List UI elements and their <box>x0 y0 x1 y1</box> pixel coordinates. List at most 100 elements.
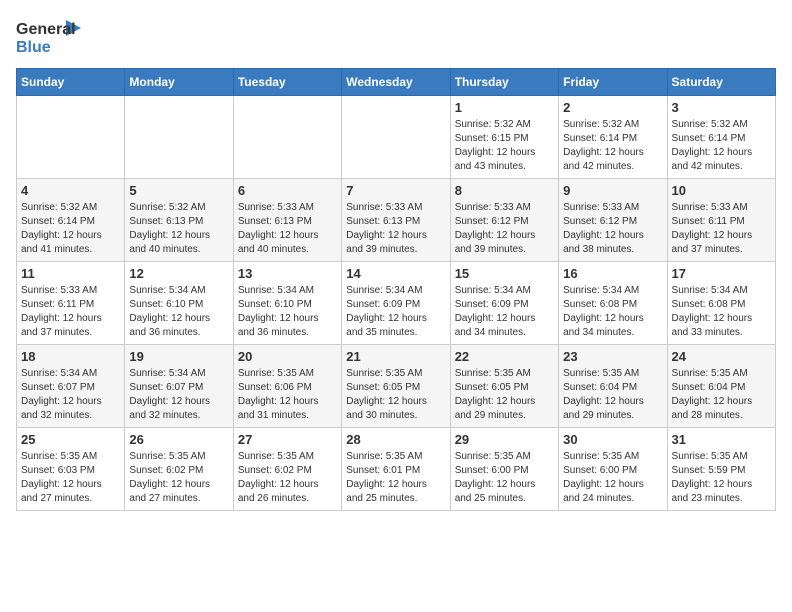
cell-date: 17 <box>672 266 771 281</box>
cell-info: Sunrise: 5:33 AM Sunset: 6:13 PM Dayligh… <box>238 201 337 257</box>
calendar-cell: 25 Sunrise: 5:35 AM Sunset: 6:03 PM Dayli… <box>17 428 125 511</box>
page-header: GeneralBlue <box>16 16 776 60</box>
column-header-tuesday: Tuesday <box>233 69 341 96</box>
cell-date: 26 <box>129 432 228 447</box>
calendar-cell: 21 Sunrise: 5:35 AM Sunset: 6:05 PM Dayli… <box>342 345 450 428</box>
cell-info: Sunrise: 5:35 AM Sunset: 6:02 PM Dayligh… <box>238 450 337 506</box>
logo: GeneralBlue <box>16 16 86 60</box>
calendar-cell: 24Sunrise: 5:35 AM Sunset: 6:04 PM Dayli… <box>667 345 775 428</box>
cell-info: Sunrise: 5:34 AM Sunset: 6:09 PM Dayligh… <box>455 284 554 340</box>
cell-info: Sunrise: 5:34 AM Sunset: 6:10 PM Dayligh… <box>129 284 228 340</box>
calendar-table: SundayMondayTuesdayWednesdayThursdayFrid… <box>16 68 776 511</box>
cell-info: Sunrise: 5:33 AM Sunset: 6:11 PM Dayligh… <box>672 201 771 257</box>
calendar-cell: 14 Sunrise: 5:34 AM Sunset: 6:09 PM Dayli… <box>342 262 450 345</box>
cell-info: Sunrise: 5:35 AM Sunset: 6:06 PM Dayligh… <box>238 367 337 423</box>
cell-date: 20 <box>238 349 337 364</box>
cell-info: Sunrise: 5:32 AM Sunset: 6:14 PM Dayligh… <box>563 118 662 174</box>
cell-info: Sunrise: 5:35 AM Sunset: 6:05 PM Dayligh… <box>346 367 445 423</box>
calendar-cell: 4Sunrise: 5:32 AM Sunset: 6:14 PM Daylig… <box>17 179 125 262</box>
calendar-cell: 9 Sunrise: 5:33 AM Sunset: 6:12 PM Daylig… <box>559 179 667 262</box>
cell-info: Sunrise: 5:32 AM Sunset: 6:14 PM Dayligh… <box>21 201 120 257</box>
cell-info: Sunrise: 5:32 AM Sunset: 6:13 PM Dayligh… <box>129 201 228 257</box>
cell-date: 7 <box>346 183 445 198</box>
cell-date: 15 <box>455 266 554 281</box>
calendar-cell: 19Sunrise: 5:34 AM Sunset: 6:07 PM Dayli… <box>125 345 233 428</box>
calendar-cell <box>342 96 450 179</box>
calendar-body: 1 Sunrise: 5:32 AM Sunset: 6:15 PM Daylig… <box>17 96 776 511</box>
calendar-cell: 30Sunrise: 5:35 AM Sunset: 6:00 PM Dayli… <box>559 428 667 511</box>
cell-date: 2 <box>563 100 662 115</box>
column-header-wednesday: Wednesday <box>342 69 450 96</box>
calendar-cell <box>125 96 233 179</box>
cell-date: 21 <box>346 349 445 364</box>
calendar-cell: 27Sunrise: 5:35 AM Sunset: 6:02 PM Dayli… <box>233 428 341 511</box>
cell-info: Sunrise: 5:32 AM Sunset: 6:15 PM Dayligh… <box>455 118 554 174</box>
cell-info: Sunrise: 5:35 AM Sunset: 6:01 PM Dayligh… <box>346 450 445 506</box>
cell-date: 9 <box>563 183 662 198</box>
cell-date: 30 <box>563 432 662 447</box>
calendar-cell: 10 Sunrise: 5:33 AM Sunset: 6:11 PM Dayli… <box>667 179 775 262</box>
cell-info: Sunrise: 5:32 AM Sunset: 6:14 PM Dayligh… <box>672 118 771 174</box>
cell-date: 14 <box>346 266 445 281</box>
cell-info: Sunrise: 5:35 AM Sunset: 6:05 PM Dayligh… <box>455 367 554 423</box>
calendar-cell: 6 Sunrise: 5:33 AM Sunset: 6:13 PM Daylig… <box>233 179 341 262</box>
cell-date: 8 <box>455 183 554 198</box>
cell-date: 23 <box>563 349 662 364</box>
calendar-cell: 3 Sunrise: 5:32 AM Sunset: 6:14 PM Daylig… <box>667 96 775 179</box>
cell-date: 6 <box>238 183 337 198</box>
calendar-cell: 12 Sunrise: 5:34 AM Sunset: 6:10 PM Dayli… <box>125 262 233 345</box>
cell-date: 5 <box>129 183 228 198</box>
cell-date: 12 <box>129 266 228 281</box>
cell-info: Sunrise: 5:35 AM Sunset: 6:04 PM Dayligh… <box>672 367 771 423</box>
cell-info: Sunrise: 5:33 AM Sunset: 6:11 PM Dayligh… <box>21 284 120 340</box>
cell-date: 29 <box>455 432 554 447</box>
week-row-4: 18 Sunrise: 5:34 AM Sunset: 6:07 PM Dayli… <box>17 345 776 428</box>
cell-info: Sunrise: 5:34 AM Sunset: 6:09 PM Dayligh… <box>346 284 445 340</box>
calendar-cell: 20 Sunrise: 5:35 AM Sunset: 6:06 PM Dayli… <box>233 345 341 428</box>
cell-date: 22 <box>455 349 554 364</box>
cell-date: 1 <box>455 100 554 115</box>
calendar-cell: 29 Sunrise: 5:35 AM Sunset: 6:00 PM Dayli… <box>450 428 558 511</box>
cell-info: Sunrise: 5:35 AM Sunset: 5:59 PM Dayligh… <box>672 450 771 506</box>
calendar-cell: 11Sunrise: 5:33 AM Sunset: 6:11 PM Dayli… <box>17 262 125 345</box>
calendar-cell: 1 Sunrise: 5:32 AM Sunset: 6:15 PM Daylig… <box>450 96 558 179</box>
calendar-cell: 8Sunrise: 5:33 AM Sunset: 6:12 PM Daylig… <box>450 179 558 262</box>
cell-date: 31 <box>672 432 771 447</box>
column-header-thursday: Thursday <box>450 69 558 96</box>
cell-info: Sunrise: 5:34 AM Sunset: 6:08 PM Dayligh… <box>563 284 662 340</box>
calendar-header-row: SundayMondayTuesdayWednesdayThursdayFrid… <box>17 69 776 96</box>
calendar-cell <box>17 96 125 179</box>
cell-date: 16 <box>563 266 662 281</box>
cell-info: Sunrise: 5:34 AM Sunset: 6:08 PM Dayligh… <box>672 284 771 340</box>
calendar-cell: 22 Sunrise: 5:35 AM Sunset: 6:05 PM Dayli… <box>450 345 558 428</box>
cell-info: Sunrise: 5:35 AM Sunset: 6:02 PM Dayligh… <box>129 450 228 506</box>
calendar-cell: 31 Sunrise: 5:35 AM Sunset: 5:59 PM Dayli… <box>667 428 775 511</box>
cell-info: Sunrise: 5:34 AM Sunset: 6:10 PM Dayligh… <box>238 284 337 340</box>
calendar-cell: 18 Sunrise: 5:34 AM Sunset: 6:07 PM Dayli… <box>17 345 125 428</box>
week-row-5: 25 Sunrise: 5:35 AM Sunset: 6:03 PM Dayli… <box>17 428 776 511</box>
cell-info: Sunrise: 5:35 AM Sunset: 6:04 PM Dayligh… <box>563 367 662 423</box>
calendar-cell <box>233 96 341 179</box>
cell-date: 3 <box>672 100 771 115</box>
cell-date: 10 <box>672 183 771 198</box>
cell-date: 28 <box>346 432 445 447</box>
cell-info: Sunrise: 5:33 AM Sunset: 6:12 PM Dayligh… <box>563 201 662 257</box>
cell-info: Sunrise: 5:35 AM Sunset: 6:00 PM Dayligh… <box>455 450 554 506</box>
cell-date: 18 <box>21 349 120 364</box>
calendar-cell: 13Sunrise: 5:34 AM Sunset: 6:10 PM Dayli… <box>233 262 341 345</box>
cell-info: Sunrise: 5:34 AM Sunset: 6:07 PM Dayligh… <box>129 367 228 423</box>
calendar-cell: 16 Sunrise: 5:34 AM Sunset: 6:08 PM Dayli… <box>559 262 667 345</box>
cell-info: Sunrise: 5:34 AM Sunset: 6:07 PM Dayligh… <box>21 367 120 423</box>
logo-svg: GeneralBlue <box>16 16 86 60</box>
week-row-3: 11Sunrise: 5:33 AM Sunset: 6:11 PM Dayli… <box>17 262 776 345</box>
week-row-1: 1 Sunrise: 5:32 AM Sunset: 6:15 PM Daylig… <box>17 96 776 179</box>
cell-info: Sunrise: 5:35 AM Sunset: 6:03 PM Dayligh… <box>21 450 120 506</box>
calendar-cell: 15 Sunrise: 5:34 AM Sunset: 6:09 PM Dayli… <box>450 262 558 345</box>
cell-date: 25 <box>21 432 120 447</box>
calendar-cell: 17 Sunrise: 5:34 AM Sunset: 6:08 PM Dayli… <box>667 262 775 345</box>
svg-text:Blue: Blue <box>16 39 51 56</box>
calendar-cell: 2 Sunrise: 5:32 AM Sunset: 6:14 PM Daylig… <box>559 96 667 179</box>
column-header-monday: Monday <box>125 69 233 96</box>
calendar-cell: 23 Sunrise: 5:35 AM Sunset: 6:04 PM Dayli… <box>559 345 667 428</box>
column-header-friday: Friday <box>559 69 667 96</box>
